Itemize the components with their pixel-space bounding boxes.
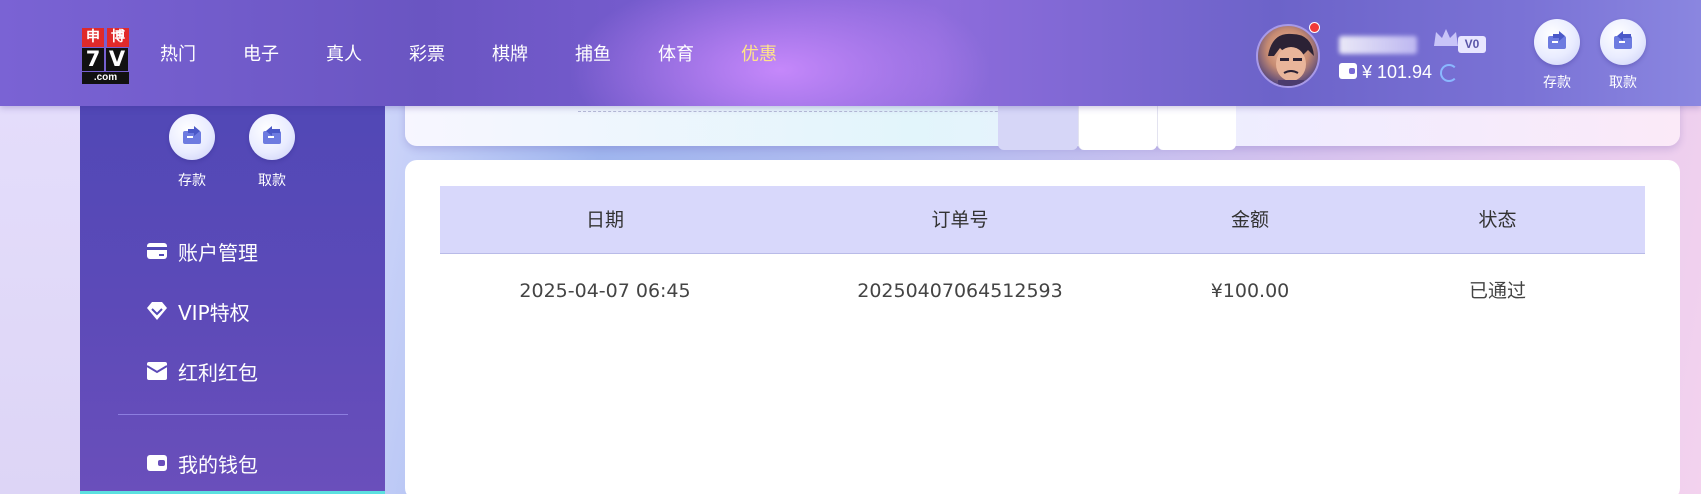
header-withdraw-button[interactable] bbox=[1600, 19, 1646, 65]
logo-number: 7 bbox=[82, 48, 104, 71]
sidebar-deposit-label[interactable]: 存款 bbox=[162, 170, 222, 190]
logo-letter: V bbox=[106, 48, 128, 71]
nav-item-slots[interactable]: 电子 bbox=[243, 40, 279, 66]
deposit-icon bbox=[183, 126, 201, 144]
filter-divider bbox=[578, 111, 1048, 112]
vip-crown-icon bbox=[1434, 29, 1458, 46]
deposit-icon bbox=[1548, 31, 1566, 49]
cell-amount: ¥100.00 bbox=[1210, 280, 1290, 302]
nav-item-cards[interactable]: 棋牌 bbox=[492, 40, 528, 66]
sidebar-divider bbox=[118, 414, 348, 415]
header-withdraw-label[interactable]: 取款 bbox=[1593, 72, 1653, 92]
vip-level-badge: V0 bbox=[1458, 36, 1486, 53]
records-table-card: 日期 订单号 金额 状态 2025-04-07 06:45 2025040706… bbox=[405, 160, 1680, 494]
sidebar-item-label: 我的钱包 bbox=[178, 452, 258, 477]
withdraw-icon bbox=[1614, 31, 1632, 49]
cell-status: 已通过 bbox=[1468, 280, 1526, 302]
card-icon bbox=[146, 240, 168, 262]
nav-item-live[interactable]: 真人 bbox=[326, 40, 362, 66]
table-row: 2025-04-07 06:45 20250407064512593 ¥100.… bbox=[440, 255, 1645, 327]
account-sidebar: 存款 取款 账户管理 VIP特权 红利红包 我的钱包 bbox=[80, 106, 385, 494]
header-deposit-button[interactable] bbox=[1534, 19, 1580, 65]
cell-date: 2025-04-07 06:45 bbox=[519, 280, 691, 302]
sidebar-item-label: 红利红包 bbox=[178, 360, 258, 385]
column-header-order-number: 订单号 bbox=[931, 209, 989, 231]
main-nav: 热门 电子 真人 彩票 棋牌 捕鱼 体育 优惠 bbox=[160, 40, 824, 66]
refresh-balance-icon[interactable] bbox=[1440, 64, 1458, 82]
column-header-date: 日期 bbox=[585, 209, 624, 231]
balance-amount: ¥ 101.94 bbox=[1362, 62, 1433, 82]
user-avatar[interactable] bbox=[1256, 24, 1320, 88]
cell-order-number: 20250407064512593 bbox=[857, 280, 1063, 302]
filter-tab[interactable] bbox=[1157, 100, 1236, 150]
avatar-face-icon bbox=[1268, 33, 1314, 86]
sidebar-withdraw-button[interactable] bbox=[249, 114, 295, 160]
sidebar-withdraw-label[interactable]: 取款 bbox=[242, 170, 302, 190]
nav-item-hot[interactable]: 热门 bbox=[160, 40, 196, 66]
wallet-icon bbox=[1339, 63, 1357, 79]
header-deposit-label[interactable]: 存款 bbox=[1527, 72, 1587, 92]
withdraw-icon bbox=[263, 126, 281, 144]
filter-tab[interactable] bbox=[1078, 100, 1157, 150]
nav-item-fishing[interactable]: 捕鱼 bbox=[575, 40, 611, 66]
wallet-icon bbox=[146, 452, 168, 474]
nav-item-lottery[interactable]: 彩票 bbox=[409, 40, 445, 66]
username-blurred bbox=[1339, 36, 1417, 54]
sidebar-item-wallet[interactable]: 我的钱包 bbox=[146, 449, 258, 477]
sidebar-item-label: 账户管理 bbox=[178, 240, 258, 265]
page-left-background bbox=[0, 106, 80, 494]
logo-text-left: 申 bbox=[82, 28, 104, 47]
column-header-amount: 金额 bbox=[1230, 209, 1269, 231]
top-navigation-bar: 申 博 7 V .com 热门 电子 真人 彩票 棋牌 捕鱼 体育 优惠 V0 bbox=[0, 0, 1701, 106]
sidebar-item-bonus[interactable]: 红利红包 bbox=[146, 357, 258, 385]
logo-text-right: 博 bbox=[107, 28, 129, 47]
site-logo[interactable]: 申 博 7 V .com bbox=[82, 28, 129, 84]
logo-suffix: .com bbox=[82, 72, 129, 84]
column-header-status: 状态 bbox=[1478, 209, 1517, 231]
nav-item-promotions[interactable]: 优惠 bbox=[741, 40, 777, 66]
envelope-icon bbox=[146, 360, 168, 382]
sidebar-item-account[interactable]: 账户管理 bbox=[146, 237, 258, 265]
nav-item-sports[interactable]: 体育 bbox=[658, 40, 694, 66]
table-header: 日期 订单号 金额 状态 bbox=[440, 186, 1645, 254]
filter-tab-active[interactable] bbox=[998, 100, 1078, 150]
notification-dot bbox=[1309, 22, 1320, 33]
sidebar-item-vip[interactable]: VIP特权 bbox=[146, 297, 250, 325]
sidebar-item-label: VIP特权 bbox=[178, 300, 250, 325]
diamond-icon bbox=[146, 300, 168, 322]
sidebar-deposit-button[interactable] bbox=[169, 114, 215, 160]
